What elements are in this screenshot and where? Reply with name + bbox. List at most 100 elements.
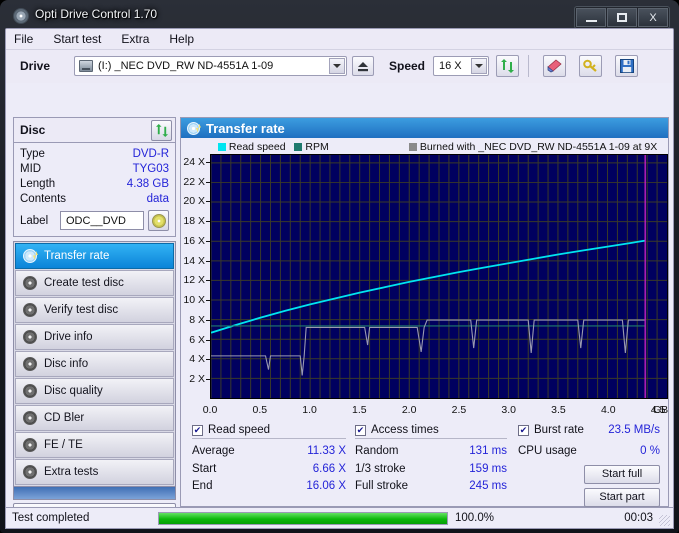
disc-icon xyxy=(23,276,37,290)
sidebar-item-disc-quality[interactable]: Disc quality xyxy=(15,378,174,404)
sidebar-item-disc-info[interactable]: Disc info xyxy=(15,351,174,377)
chart-x-tick-label: 1.0 xyxy=(302,404,317,416)
sidebar-item-drive-info[interactable]: Drive info xyxy=(15,324,174,350)
menu-bar: File Start test Extra Help xyxy=(6,29,673,50)
sidebar-item-label: Disc quality xyxy=(44,385,103,397)
chart-y-tick-label: 2 X xyxy=(189,373,205,386)
burst-rate-value: 23.5 MB/s xyxy=(608,424,660,436)
read-speed-stats: ✔ Read speed Average 11.33 X Start 6.66 … xyxy=(192,424,346,496)
access-times-checkbox-label: Access times xyxy=(371,424,439,436)
sidebar-item-extra-tests[interactable]: Extra tests xyxy=(15,459,174,485)
chart-x-tick-label: 0.5 xyxy=(252,404,268,416)
maximize-button[interactable] xyxy=(607,8,637,27)
disc-field-contents-value: data xyxy=(146,193,169,205)
window-title: Opti Drive Control 1.70 xyxy=(35,7,158,21)
chart-y-tick-label: 18 X xyxy=(183,215,205,228)
disc-icon xyxy=(23,411,37,425)
disc-label-button[interactable] xyxy=(148,210,169,231)
chart-y-tick-label: 8 X xyxy=(189,313,205,326)
disc-field-length-value: 4.38 GB xyxy=(126,178,169,190)
minimize-button[interactable] xyxy=(576,8,606,27)
key-icon xyxy=(583,59,597,72)
eject-icon xyxy=(358,61,368,71)
speed-select-value: 16 X xyxy=(439,60,462,72)
stat-value: 245 ms xyxy=(469,480,507,492)
stat-row-full-stroke: Full stroke 245 ms xyxy=(355,478,507,496)
chart-x-tick-label: 1.5 xyxy=(352,404,367,416)
page-title: Transfer rate xyxy=(206,120,285,136)
tools-button[interactable] xyxy=(579,55,602,77)
speed-select[interactable]: 16 X xyxy=(433,56,489,76)
stat-row-average: Average 11.33 X xyxy=(192,443,346,461)
chart-y-tick-label: 10 X xyxy=(183,294,205,307)
nav-list: Transfer rate Create test disc Verify te… xyxy=(13,241,176,487)
chart-x-tick-label: 0.0 xyxy=(202,404,218,416)
sidebar-item-verify-test-disc[interactable]: Verify test disc xyxy=(15,297,174,323)
close-button[interactable]: X xyxy=(638,8,668,27)
disc-icon xyxy=(23,357,37,371)
refresh-button[interactable] xyxy=(496,55,519,77)
app-disc-icon xyxy=(13,8,29,24)
chart-y-tick-label: 22 X xyxy=(183,175,205,188)
chart-x-tick-label: 3.5 xyxy=(551,404,566,416)
chart-legend: Read speed RPM Burned with _NEC DVD_RW N… xyxy=(181,140,670,154)
disc-field-mid-value: TYG03 xyxy=(132,163,169,175)
stat-value: 11.33 X xyxy=(307,445,346,457)
disc-label-input[interactable]: ODC__DVD xyxy=(60,211,144,230)
resize-grip-icon[interactable] xyxy=(659,515,670,526)
left-pane: Disc Type DVD-R MID TYG03 Length 4.38 GB… xyxy=(13,117,176,526)
legend-label-read-speed: Read speed xyxy=(228,141,286,153)
disc-label-row: Label ODC__DVD xyxy=(20,210,169,231)
access-times-checkbox[interactable]: ✔ xyxy=(355,424,366,436)
progress-percent: 100.0% xyxy=(455,512,495,524)
disc-field-type-value: DVD-R xyxy=(132,148,169,160)
stat-key: Full stroke xyxy=(355,480,409,492)
eject-button[interactable] xyxy=(352,56,374,76)
start-full-button[interactable]: Start full xyxy=(584,464,660,484)
access-times-stats: ✔ Access times Random 131 ms 1/3 stroke … xyxy=(355,424,507,496)
disc-field-length-key: Length xyxy=(20,178,56,190)
sidebar-item-transfer-rate[interactable]: Transfer rate xyxy=(15,243,174,269)
chevron-down-icon[interactable] xyxy=(329,58,345,74)
stat-value: 159 ms xyxy=(469,462,507,475)
transfer-rate-chart: 2 X 4 X 6 X 8 X 10 X 12 X 14 X 16 X 18 X 20 X 22 X… xyxy=(181,154,670,419)
drive-label: Drive xyxy=(20,59,51,73)
sidebar-item-fe-te[interactable]: FE / TE xyxy=(15,432,174,458)
read-speed-checkbox-row[interactable]: ✔ Read speed xyxy=(192,424,346,436)
stat-key: Start xyxy=(192,462,217,475)
toolbar-separator xyxy=(528,55,529,77)
read-speed-checkbox[interactable]: ✔ xyxy=(192,424,203,436)
sidebar-item-cd-bler[interactable]: CD Bler xyxy=(15,405,174,431)
legend-swatch-read-speed xyxy=(218,143,226,151)
sidebar-item-label: CD Bler xyxy=(44,412,85,424)
disc-refresh-button[interactable] xyxy=(151,120,172,141)
stat-key: End xyxy=(192,480,213,492)
drive-select[interactable]: (I:) _NEC DVD_RW ND-4551A 1-09 xyxy=(74,56,347,76)
stat-value: 6.66 X xyxy=(312,462,346,475)
status-bar: Test completed 100.0% 00:03 xyxy=(5,507,674,529)
title-bar: Opti Drive Control 1.70 X xyxy=(5,4,674,30)
menu-item-start-test[interactable]: Start test xyxy=(53,32,101,49)
menu-item-help[interactable]: Help xyxy=(169,32,194,49)
burst-rate-checkbox[interactable]: ✔ xyxy=(518,424,529,436)
erase-button[interactable] xyxy=(543,55,566,77)
sidebar-item-create-test-disc[interactable]: Create test disc xyxy=(15,270,174,296)
legend-label-rpm: RPM xyxy=(305,141,329,153)
content-pane: Transfer rate Read speed RPM Burned with… xyxy=(180,117,669,507)
menu-item-file[interactable]: File xyxy=(14,32,33,49)
start-part-button[interactable]: Start part xyxy=(584,487,660,507)
save-button[interactable] xyxy=(615,55,638,77)
stat-key: CPU usage xyxy=(518,445,577,457)
chart-x-unit-label: GB xyxy=(653,404,669,416)
stats-panel: ✔ Read speed Average 11.33 X Start 6.66 … xyxy=(181,424,670,507)
burst-rate-checkbox-label: Burst rate xyxy=(534,424,584,436)
window-controls: X xyxy=(574,6,670,29)
disc-icon xyxy=(23,249,37,263)
menu-item-extra[interactable]: Extra xyxy=(121,32,149,49)
nav-footer-strip xyxy=(13,487,176,500)
toolbar: Drive (I:) _NEC DVD_RW ND-4551A 1-09 Spe… xyxy=(6,50,673,83)
burst-rate-checkbox-row[interactable]: ✔ Burst rate xyxy=(518,424,584,436)
access-times-checkbox-row[interactable]: ✔ Access times xyxy=(355,424,507,436)
read-speed-checkbox-label: Read speed xyxy=(208,424,271,436)
chevron-down-icon[interactable] xyxy=(471,58,487,74)
